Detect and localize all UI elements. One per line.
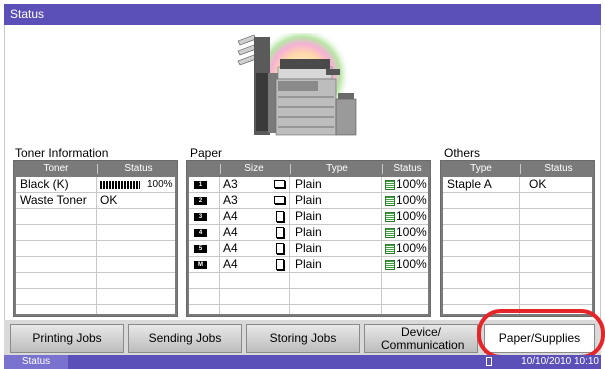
tray-number-icon: 5 <box>194 245 207 253</box>
paper-orientation-icon <box>276 259 284 270</box>
table-row <box>443 257 592 273</box>
paper-size: A4 <box>223 225 238 239</box>
toner-header-toner: Toner <box>43 163 69 174</box>
table-row: 2 A3 Plain 100% <box>189 193 428 209</box>
paper-header-status: Status <box>393 163 422 174</box>
table-row <box>16 257 175 273</box>
toner-level-bar <box>100 181 140 189</box>
table-row <box>443 225 592 241</box>
paper-level-icon <box>385 260 395 270</box>
table-row <box>16 305 175 321</box>
paper-type: Plain <box>295 257 322 271</box>
table-row <box>16 225 175 241</box>
toner-table: Toner Status Black (K) 100% Waste Toner … <box>13 160 178 317</box>
toner-header-status: Status <box>124 163 153 174</box>
others-grid: Staple A OK <box>443 177 592 314</box>
tab-label: Device/ Communication <box>381 324 465 352</box>
tab-label: Storing Jobs <box>269 331 337 345</box>
table-row <box>443 241 592 257</box>
table-row <box>443 209 592 225</box>
paper-size: A4 <box>223 241 238 255</box>
paper-type: Plain <box>295 225 322 239</box>
table-row: Black (K) 100% <box>16 177 175 193</box>
paper-orientation-icon <box>276 243 284 254</box>
paper-level-icon <box>385 212 395 222</box>
table-row: M A4 Plain 100% <box>189 257 428 273</box>
paper-type: Plain <box>295 209 322 223</box>
table-row: 3 A4 Plain 100% <box>189 209 428 225</box>
paper-status: 100% <box>396 209 427 223</box>
toner-status: OK <box>100 193 118 207</box>
paper-orientation-icon <box>274 196 285 204</box>
table-row <box>443 289 592 305</box>
paper-level-icon <box>385 180 395 190</box>
paper-status: 100% <box>396 225 427 239</box>
paper-orientation-icon <box>276 227 284 238</box>
table-row: 1 A3 Plain 100% <box>189 177 428 193</box>
others-section-title: Others <box>444 146 481 160</box>
others-header-status: Status <box>544 163 573 174</box>
paper-header-type: Type <box>326 163 348 174</box>
paper-status: 100% <box>396 177 427 191</box>
paper-size: A3 <box>223 193 238 207</box>
paper-type: Plain <box>295 193 322 207</box>
table-row <box>189 305 428 321</box>
tray-number-icon: M <box>194 261 207 269</box>
paper-status: 100% <box>396 193 427 207</box>
table-row: Waste Toner OK <box>16 193 175 209</box>
toner-name: Black (K) <box>20 177 69 191</box>
table-row <box>189 273 428 289</box>
paper-table: Size Type Status 1 A3 Plain 100% 2 A3 Pl… <box>186 160 431 317</box>
status-button[interactable]: Status <box>4 355 68 369</box>
datetime: 10/10/2010 10:10 <box>521 356 599 367</box>
paper-status: 100% <box>396 257 427 271</box>
printer-machine-image <box>237 33 357 136</box>
paper-grid: 1 A3 Plain 100% 2 A3 Plain 100% 3 A4 Pla… <box>189 177 428 314</box>
tab-device-communication[interactable]: Device/ Communication <box>364 324 478 353</box>
window-title: Status <box>4 4 601 25</box>
tab-printing-jobs[interactable]: Printing Jobs <box>10 324 124 353</box>
tab-label: Printing Jobs <box>32 331 102 345</box>
paper-section-title: Paper <box>190 146 223 160</box>
paper-orientation-icon <box>274 180 285 188</box>
tray-number-icon: 3 <box>194 213 207 221</box>
table-row <box>16 209 175 225</box>
tab-sending-jobs[interactable]: Sending Jobs <box>128 324 242 353</box>
table-row <box>443 193 592 209</box>
paper-level-icon <box>385 244 395 254</box>
others-header-type: Type <box>470 163 492 174</box>
others-table: Type Status Staple A OK <box>440 160 595 317</box>
paper-type: Plain <box>295 177 322 191</box>
table-row <box>16 289 175 305</box>
tray-number-icon: 4 <box>194 229 207 237</box>
table-row <box>16 273 175 289</box>
toner-section-title: Toner Information <box>15 146 109 160</box>
paper-level-icon <box>385 228 395 238</box>
table-row <box>189 289 428 305</box>
table-row <box>443 273 592 289</box>
toner-status: 100% <box>147 179 173 190</box>
table-row: Staple A OK <box>443 177 592 193</box>
table-row: 4 A4 Plain 100% <box>189 225 428 241</box>
tray-number-icon: 1 <box>194 181 207 189</box>
paper-orientation-icon <box>276 211 284 222</box>
toner-name: Waste Toner <box>20 193 87 207</box>
paper-size: A4 <box>223 209 238 223</box>
paper-header-size: Size <box>244 163 264 174</box>
paper-type: Plain <box>295 241 322 255</box>
paper-level-icon <box>385 196 395 206</box>
paper-size: A3 <box>223 177 238 191</box>
tab-storing-jobs[interactable]: Storing Jobs <box>246 324 360 353</box>
table-row <box>16 241 175 257</box>
paper-size: A4 <box>223 257 238 271</box>
paper-status: 100% <box>396 241 427 255</box>
highlight-circle <box>477 309 605 359</box>
table-row: 5 A4 Plain 100% <box>189 241 428 257</box>
paper-tray-icon <box>486 357 492 366</box>
tray-number-icon: 2 <box>194 197 207 205</box>
others-status: OK <box>529 177 547 191</box>
tab-label: Sending Jobs <box>148 331 222 345</box>
others-type: Staple A <box>447 177 492 191</box>
toner-grid: Black (K) 100% Waste Toner OK <box>16 177 175 314</box>
